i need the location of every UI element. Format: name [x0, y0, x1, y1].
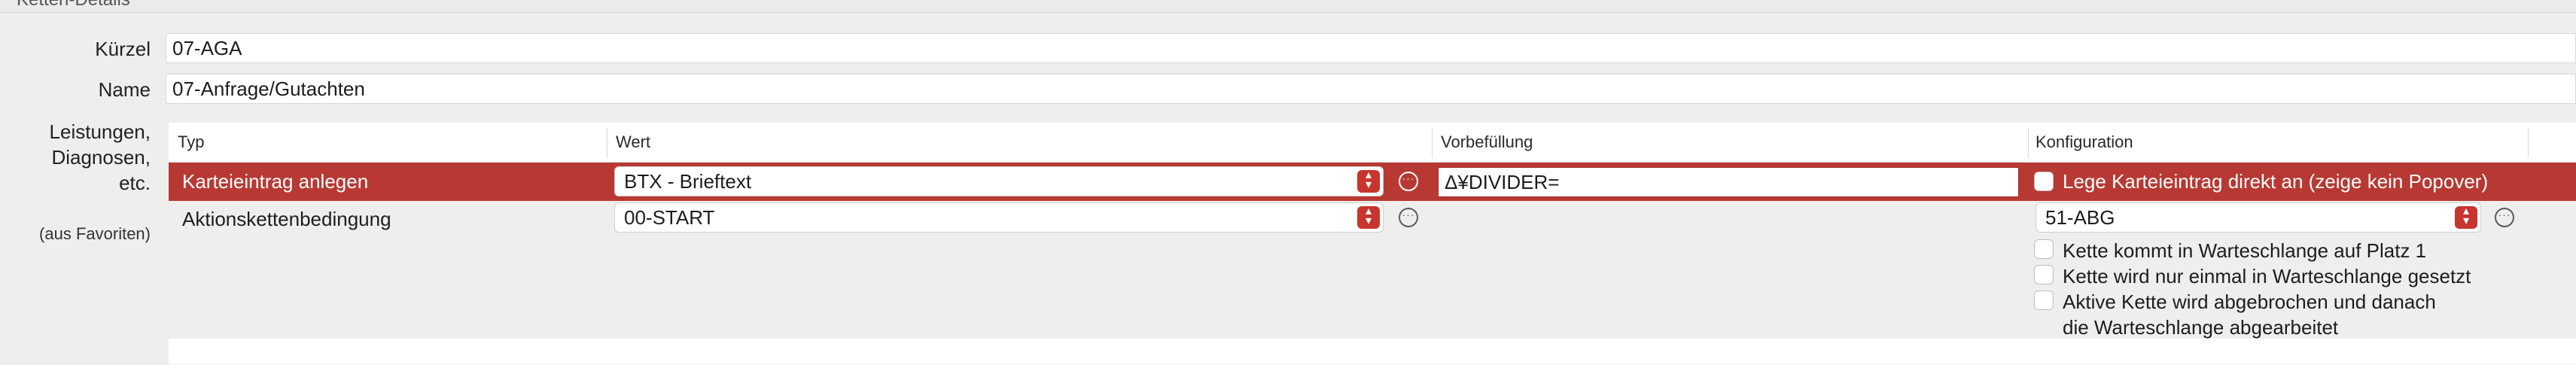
favorites-label: (aus Favoriten) — [39, 224, 151, 243]
row-2-wert-value: 00-START — [624, 206, 715, 229]
column-header-vorbefuellung[interactable]: Vorbefüllung — [1441, 132, 1533, 152]
table-header — [169, 123, 2576, 163]
stepper-arrows-icon: ▴ ▾ — [2455, 205, 2477, 229]
row-1-direct-entry-checkbox[interactable] — [2034, 172, 2054, 191]
queue-first-checkbox[interactable] — [2034, 239, 2054, 259]
more-options-icon[interactable]: ··· — [2495, 208, 2514, 227]
stepper-arrows-icon: ▴ ▾ — [1357, 205, 1380, 229]
stepper-arrows-icon: ▴ ▾ — [1357, 169, 1380, 193]
abort-active-label-line2: die Warteschlange abgearbeitet — [2063, 316, 2339, 339]
column-header-wert[interactable]: Wert — [616, 132, 650, 152]
row-2-typ: Aktionskettenbedingung — [182, 208, 391, 230]
abort-active-label-line1: Aktive Kette wird abgebrochen und danach — [2063, 290, 2436, 313]
column-divider — [1432, 128, 1433, 158]
name-label: Name — [98, 78, 151, 101]
more-options-icon[interactable]: ··· — [1399, 172, 1418, 191]
row-2-konfiguration-select[interactable]: 51-ABG ▴ ▾ — [2036, 202, 2481, 233]
queue-first-label: Kette kommt in Warteschlange auf Platz 1 — [2063, 239, 2427, 262]
column-divider — [2528, 128, 2529, 158]
leistungen-label-1: Leistungen, — [49, 120, 151, 143]
queue-once-label: Kette wird nur einmal in Warteschlange g… — [2063, 265, 2471, 287]
row-1-wert-value: BTX - Brieftext — [624, 170, 752, 193]
row-1-wert-select[interactable]: BTX - Brieftext ▴ ▾ — [614, 166, 1384, 196]
column-divider — [2028, 128, 2029, 158]
abort-active-checkbox[interactable] — [2034, 290, 2054, 310]
column-header-konfiguration[interactable]: Konfiguration — [2036, 132, 2133, 152]
leistungen-label-2: Diagnosen, — [51, 146, 151, 169]
queue-once-checkbox[interactable] — [2034, 265, 2054, 284]
more-options-icon[interactable]: ··· — [1399, 208, 1418, 227]
kuerzel-field[interactable]: 07-AGA — [166, 33, 2576, 63]
section-title: Ketten-Details — [17, 0, 130, 11]
row-1-typ: Karteieintrag anlegen — [182, 170, 369, 193]
column-header-typ[interactable]: Typ — [178, 132, 204, 152]
name-field[interactable]: 07-Anfrage/Gutachten — [166, 74, 2576, 104]
row-1-vorbefuellung-field[interactable]: Δ¥DIVIDER= — [1438, 167, 2019, 197]
leistungen-label-3: etc. — [119, 172, 151, 194]
kuerzel-label: Kürzel — [95, 38, 151, 60]
row-2-konfiguration-value: 51-ABG — [2045, 206, 2115, 229]
row-2-wert-select[interactable]: 00-START ▴ ▾ — [614, 202, 1384, 233]
row-1-direct-entry-label: Lege Karteieintrag direkt an (zeige kein… — [2063, 170, 2489, 193]
